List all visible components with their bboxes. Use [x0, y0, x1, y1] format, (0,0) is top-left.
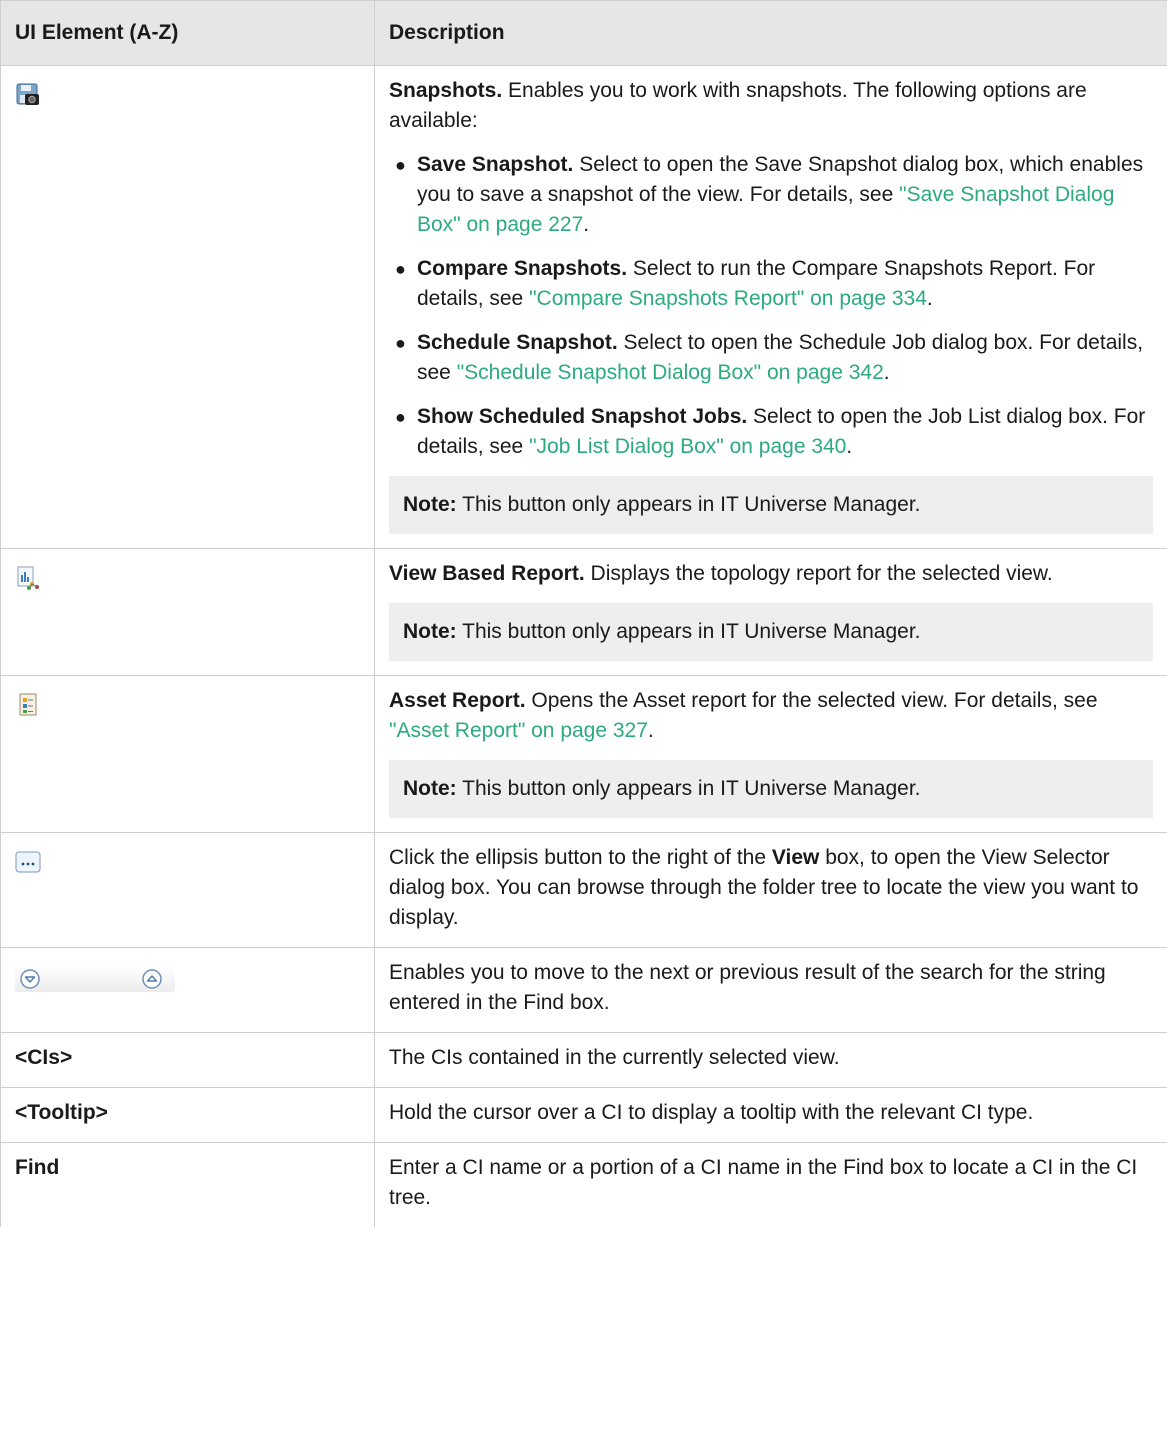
cross-reference-link[interactable]: "Job List Dialog Box" on page 340: [529, 435, 846, 458]
bullet-icon: ●: [395, 333, 406, 353]
list-item: ● Show Scheduled Snapshot Jobs. Select to…: [395, 402, 1153, 462]
option-end: .: [583, 213, 590, 236]
description-cell: Hold the cursor over a CI to display a t…: [374, 1087, 1167, 1143]
bullet-icon: ●: [395, 259, 406, 279]
description-text: Hold the cursor over a CI to display a t…: [389, 1101, 1034, 1124]
previous-result-icon: [139, 966, 165, 992]
option-end: .: [926, 287, 933, 310]
ui-element-cell: [0, 832, 375, 948]
table-header-row: UI Element (A-Z) Description: [0, 0, 1167, 66]
table-row: Find Enter a CI name or a portion of a C…: [0, 1142, 1167, 1227]
note-label: Note:: [403, 777, 457, 800]
description-text: Opens the Asset report for the selected …: [525, 689, 1098, 712]
description-cell: Enter a CI name or a portion of a CI nam…: [374, 1142, 1167, 1227]
option-title: Save Snapshot.: [417, 153, 574, 176]
term-title: View Based Report.: [389, 562, 585, 585]
note-box: Note: This button only appears in IT Uni…: [389, 760, 1153, 818]
ui-element-cell: Find: [0, 1142, 375, 1227]
description-paragraph: Snapshots. Enables you to work with snap…: [389, 76, 1153, 136]
cross-reference-link[interactable]: "Compare Snapshots Report" on page 334: [529, 287, 927, 310]
table-row: View Based Report. Displays the topology…: [0, 548, 1167, 676]
table-row: <CIs> The CIs contained in the currently…: [0, 1032, 1167, 1088]
list-item: ● Save Snapshot. Select to open the Save …: [395, 150, 1153, 240]
cross-reference-link[interactable]: "Asset Report" on page 327: [389, 719, 648, 742]
ui-element-cell: [0, 65, 375, 549]
description-end: .: [647, 719, 654, 742]
ui-element-cell: <CIs>: [0, 1032, 375, 1088]
note-box: Note: This button only appears in IT Uni…: [389, 476, 1153, 534]
bullet-icon: ●: [395, 155, 406, 175]
column-header-ui-element: UI Element (A-Z): [0, 0, 375, 66]
next-result-icon: [17, 966, 43, 992]
description-cell: Click the ellipsis button to the right o…: [374, 832, 1167, 948]
note-text: This button only appears in IT Universe …: [456, 493, 921, 516]
description-cell: View Based Report. Displays the topology…: [374, 548, 1167, 676]
note-label: Note:: [403, 620, 457, 643]
term-title: Asset Report.: [389, 689, 526, 712]
description-text: Enter a CI name or a portion of a CI nam…: [389, 1156, 1138, 1209]
ui-element-cell: [0, 548, 375, 676]
ellipsis-button-icon: [15, 849, 41, 875]
description-text: Displays the topology report for the sel…: [584, 562, 1053, 585]
description-text: Enables you to move to the next or previ…: [389, 961, 1106, 1014]
nav-buttons-strip: [15, 966, 175, 993]
note-text: This button only appears in IT Universe …: [456, 777, 921, 800]
option-title: Compare Snapshots.: [417, 257, 628, 280]
note-label: Note:: [403, 493, 457, 516]
cross-reference-link[interactable]: "Schedule Snapshot Dialog Box" on page 3…: [457, 361, 884, 384]
note-text: This button only appears in IT Universe …: [456, 620, 921, 643]
table-row: <Tooltip> Hold the cursor over a CI to d…: [0, 1087, 1167, 1143]
table-row: Snapshots. Enables you to work with snap…: [0, 65, 1167, 549]
options-list: ● Save Snapshot. Select to open the Save …: [389, 150, 1153, 462]
bullet-icon: ●: [395, 407, 406, 427]
note-box: Note: This button only appears in IT Uni…: [389, 603, 1153, 661]
description-text: Click the ellipsis button to the right o…: [389, 846, 772, 869]
ui-element-label: <CIs>: [15, 1046, 73, 1069]
description-cell: Asset Report. Opens the Asset report for…: [374, 675, 1167, 833]
table-row: Click the ellipsis button to the right o…: [0, 832, 1167, 948]
ui-element-cell: [0, 947, 375, 1033]
column-header-description: Description: [374, 0, 1167, 66]
snapshot-camera-icon: [15, 82, 41, 108]
ui-element-cell: <Tooltip>: [0, 1087, 375, 1143]
description-text: The CIs contained in the currently selec…: [389, 1046, 840, 1069]
description-paragraph: Asset Report. Opens the Asset report for…: [389, 686, 1153, 746]
description-paragraph: View Based Report. Displays the topology…: [389, 559, 1153, 589]
ui-element-cell: [0, 675, 375, 833]
view-based-report-icon: [15, 565, 41, 591]
list-item: ● Schedule Snapshot. Select to open the S…: [395, 328, 1153, 388]
description-cell: Enables you to move to the next or previ…: [374, 947, 1167, 1033]
description-cell: The CIs contained in the currently selec…: [374, 1032, 1167, 1088]
table-row: Enables you to move to the next or previ…: [0, 947, 1167, 1033]
ui-element-label: <Tooltip>: [15, 1101, 108, 1124]
option-title: Show Scheduled Snapshot Jobs.: [417, 405, 748, 428]
term-bold: View: [771, 846, 820, 869]
ui-element-label: Find: [15, 1156, 60, 1179]
option-end: .: [883, 361, 890, 384]
option-title: Schedule Snapshot.: [417, 331, 618, 354]
table-row: Asset Report. Opens the Asset report for…: [0, 675, 1167, 833]
term-title: Snapshots.: [389, 79, 503, 102]
ui-elements-table: UI Element (A-Z) Description Snapshots.: [0, 0, 1167, 1227]
description-cell: Snapshots. Enables you to work with snap…: [374, 65, 1167, 549]
option-end: .: [846, 435, 853, 458]
asset-report-icon: [15, 692, 41, 718]
list-item: ● Compare Snapshots. Select to run the Co…: [395, 254, 1153, 314]
